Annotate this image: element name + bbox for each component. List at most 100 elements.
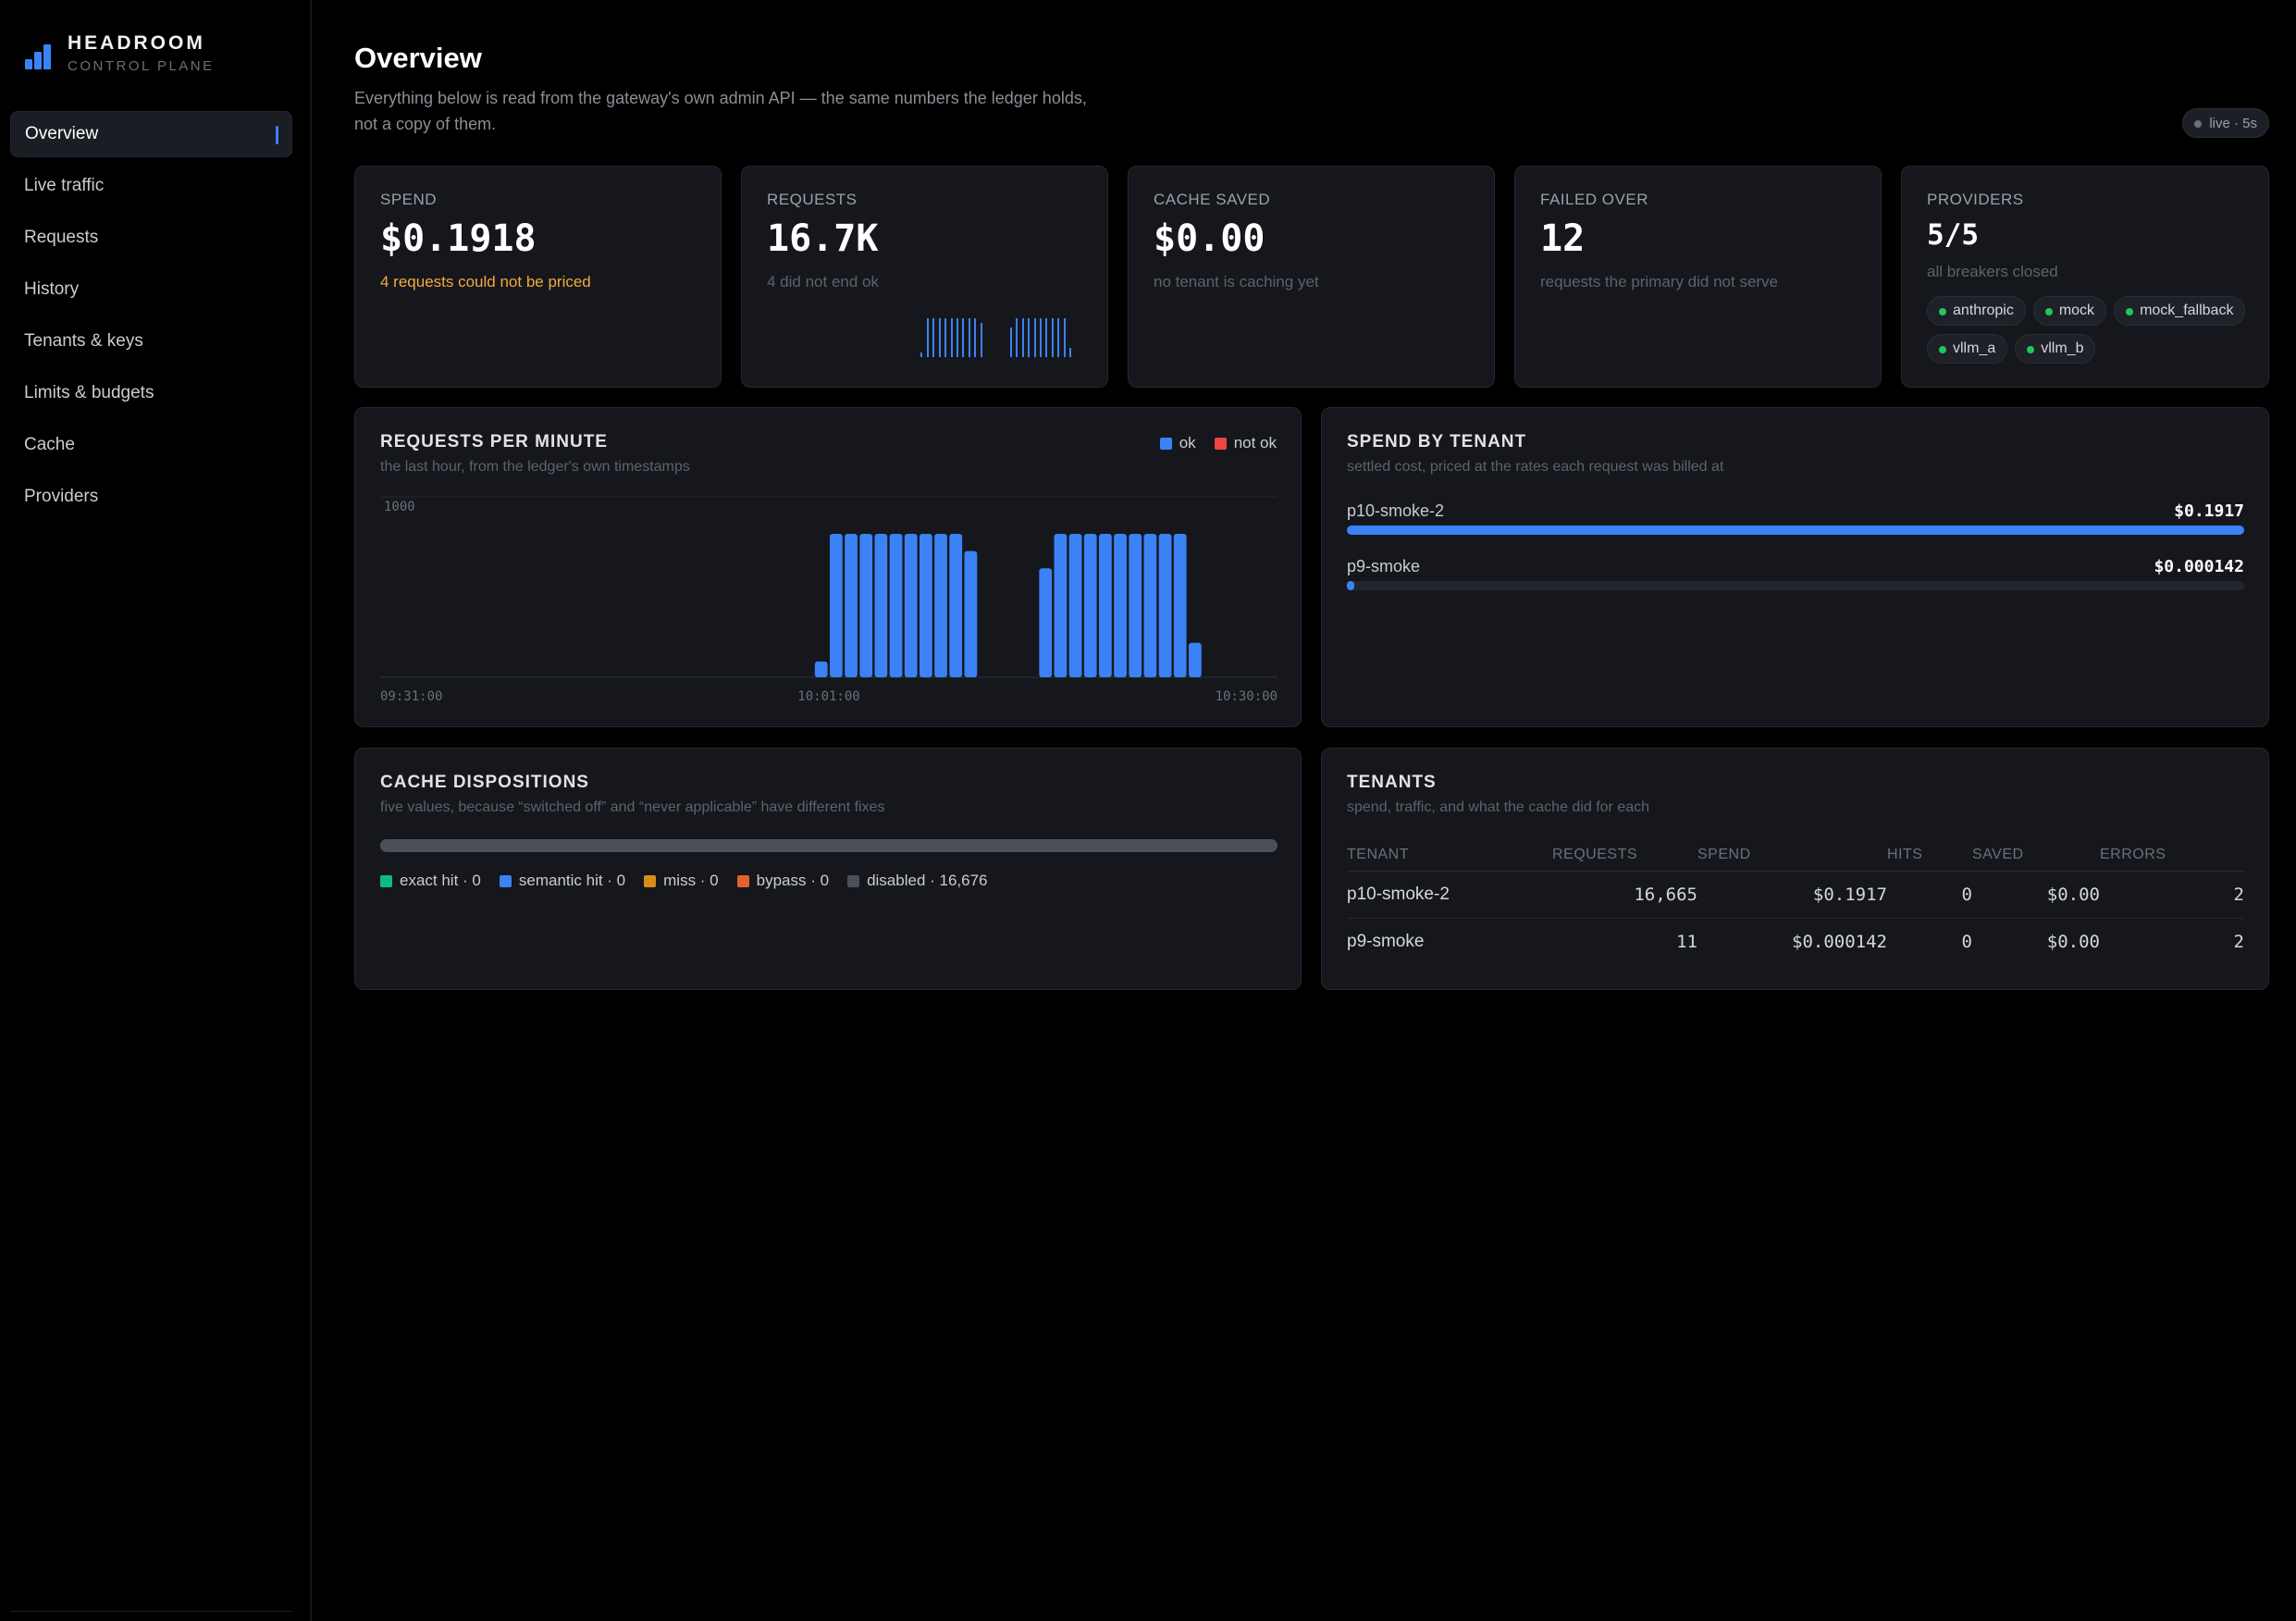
chart-legend: ok not ok bbox=[1159, 434, 1277, 452]
sparkline-bar bbox=[950, 318, 953, 357]
stat-card-failed-over: FAILED OVER 12 requests the primary did … bbox=[1514, 166, 1882, 388]
sidebar-item-limits-budgets[interactable]: Limits & budgets bbox=[10, 370, 292, 416]
table-row[interactable]: p10-smoke-2 16,665 $0.1917 0 $0.00 2 bbox=[1347, 871, 2244, 919]
legend-swatch bbox=[1159, 437, 1172, 450]
bar-ok bbox=[814, 661, 828, 677]
legend-label: disabled · 16,676 bbox=[867, 872, 988, 889]
brand[interactable]: HEADROOM CONTROL PLANE bbox=[25, 31, 215, 76]
sidebar-item-history[interactable]: History bbox=[10, 266, 292, 313]
legend-item-miss: miss · 0 bbox=[644, 872, 719, 890]
bar-ok bbox=[889, 534, 903, 677]
provider-chip-mock[interactable]: mock bbox=[2032, 296, 2107, 326]
tenant-spend-bar bbox=[1347, 581, 1354, 590]
legend-swatch bbox=[380, 874, 392, 887]
bar-ok bbox=[1189, 642, 1202, 677]
sparkline-bar bbox=[938, 318, 941, 357]
column-header-spend[interactable]: SPEND bbox=[1697, 839, 1887, 872]
sparkline-bar bbox=[1021, 318, 1024, 357]
bar-ok bbox=[1068, 534, 1082, 677]
stat-note: requests the primary did not serve bbox=[1540, 273, 1779, 291]
cell-tenant: p9-smoke bbox=[1347, 931, 1425, 951]
spend-by-tenant-panel: SPEND BY TENANT settled cost, priced at … bbox=[1321, 407, 2269, 727]
bar-ok bbox=[1143, 534, 1157, 677]
legend-item-ok: ok bbox=[1159, 434, 1196, 452]
legend-item-disabled: disabled · 16,676 bbox=[847, 872, 988, 890]
sidebar-item-cache[interactable]: Cache bbox=[10, 422, 292, 468]
legend-item-semantic-hit: semantic hit · 0 bbox=[499, 872, 625, 890]
column-header-tenant[interactable]: TENANT bbox=[1347, 839, 1552, 872]
sparkline-bar bbox=[1028, 318, 1031, 357]
sparkline-bar bbox=[1033, 318, 1036, 357]
y-tick-label: 1000 bbox=[384, 500, 415, 514]
sidebar-item-requests[interactable]: Requests bbox=[10, 215, 292, 261]
column-header-hits[interactable]: HITS bbox=[1887, 839, 1972, 872]
stat-note: 4 did not end ok bbox=[767, 273, 879, 291]
column-header-requests[interactable]: REQUESTS bbox=[1552, 839, 1697, 872]
column-header-saved[interactable]: SAVED bbox=[1972, 839, 2100, 872]
x-tick-label: 09:31:00 bbox=[380, 689, 442, 704]
bar-ok bbox=[1173, 534, 1187, 677]
cell-hits: 0 bbox=[1961, 931, 1972, 952]
stat-card-cache-saved: CACHE SAVED $0.00 no tenant is caching y… bbox=[1128, 166, 1495, 388]
stat-label: SPEND bbox=[380, 191, 438, 208]
requests-sparkline bbox=[915, 315, 1081, 357]
provider-chip-anthropic[interactable]: anthropic bbox=[1927, 296, 2026, 326]
sidebar-item-providers[interactable]: Providers bbox=[10, 474, 292, 520]
sidebar-item-live-traffic[interactable]: Live traffic bbox=[10, 163, 292, 209]
sparkline-bar bbox=[926, 318, 929, 357]
sparkline-bar bbox=[962, 318, 965, 357]
sparkline-bar bbox=[1051, 318, 1054, 357]
stat-value: $0.1918 bbox=[380, 217, 537, 260]
tenant-spend-value: $0.000142 bbox=[2154, 557, 2244, 576]
sidebar-item-overview[interactable]: Overview bbox=[10, 111, 292, 157]
sidebar-divider bbox=[10, 1611, 292, 1612]
requests-per-minute-panel: REQUESTS PER MINUTE the last hour, from … bbox=[354, 407, 1302, 727]
cell-saved: $0.00 bbox=[2046, 931, 2100, 952]
stat-note: all breakers closed bbox=[1927, 263, 2058, 280]
stat-label: CACHE SAVED bbox=[1154, 191, 1271, 208]
legend-label: miss · 0 bbox=[663, 872, 719, 889]
requests-per-minute-chart: 1000 09:31:00 10:01:00 10:30:00 bbox=[380, 496, 1278, 704]
sparkline-bar bbox=[1045, 318, 1048, 357]
bar-ok bbox=[920, 534, 932, 677]
provider-chip-mock-fallback[interactable]: mock_fallback bbox=[2114, 296, 2246, 326]
legend-item-not-ok: not ok bbox=[1214, 434, 1277, 452]
legend-label: ok bbox=[1179, 434, 1196, 452]
panel-subtitle: settled cost, priced at the rates each r… bbox=[1347, 459, 1724, 475]
stat-note: 4 requests could not be priced bbox=[380, 273, 591, 291]
tenant-name: p9-smoke bbox=[1347, 557, 1421, 575]
live-refresh-badge[interactable]: live · 5s bbox=[2182, 108, 2269, 138]
column-header-errors[interactable]: ERRORS bbox=[2100, 839, 2244, 872]
cell-saved: $0.00 bbox=[1972, 871, 2100, 919]
stat-card-spend: SPEND $0.1918 4 requests could not be pr… bbox=[354, 166, 722, 388]
sparkline-bar bbox=[1040, 318, 1042, 357]
provider-chip-vllm-a[interactable]: vllm_a bbox=[1927, 334, 2008, 364]
sparkline-bar bbox=[957, 318, 958, 357]
table-header-row: TENANT REQUESTS SPEND HITS SAVED ERRORS bbox=[1347, 839, 2244, 872]
cell-requests: 16,665 bbox=[1552, 871, 1697, 919]
brand-name: HEADROOM bbox=[68, 32, 205, 54]
bar-ok bbox=[1054, 534, 1068, 677]
stat-card-requests: REQUESTS 16.7K 4 did not end ok bbox=[741, 166, 1108, 388]
cell-requests: 11 bbox=[1676, 931, 1697, 952]
stat-note: no tenant is caching yet bbox=[1154, 273, 1319, 291]
legend-swatch bbox=[847, 874, 860, 887]
sparkline-bar bbox=[1057, 318, 1060, 357]
page-subtitle: Everything below is read from the gatewa… bbox=[354, 89, 1087, 133]
stat-value: 12 bbox=[1540, 217, 1586, 260]
panel-subtitle: spend, traffic, and what the cache did f… bbox=[1347, 799, 1650, 815]
table-row[interactable]: p9-smoke 11 $0.000142 0 $0.00 2 bbox=[1347, 918, 2244, 965]
sidebar-item-tenants-keys[interactable]: Tenants & keys bbox=[10, 318, 292, 365]
sparkline-bar bbox=[944, 318, 947, 357]
panel-subtitle: the last hour, from the ledger's own tim… bbox=[380, 459, 690, 475]
legend-swatch bbox=[736, 874, 749, 887]
tenant-name: p10-smoke-2 bbox=[1347, 501, 1445, 520]
bar-ok bbox=[949, 534, 963, 677]
stat-label: FAILED OVER bbox=[1540, 191, 1648, 208]
tenants-panel: TENANTS spend, traffic, and what the cac… bbox=[1321, 748, 2269, 990]
bar-chart-icon bbox=[25, 44, 54, 69]
bar-ok bbox=[1158, 534, 1172, 677]
sparkline-bar bbox=[974, 318, 977, 357]
page-title: Overview bbox=[354, 42, 482, 74]
provider-chip-vllm-b[interactable]: vllm_b bbox=[2015, 334, 2096, 364]
